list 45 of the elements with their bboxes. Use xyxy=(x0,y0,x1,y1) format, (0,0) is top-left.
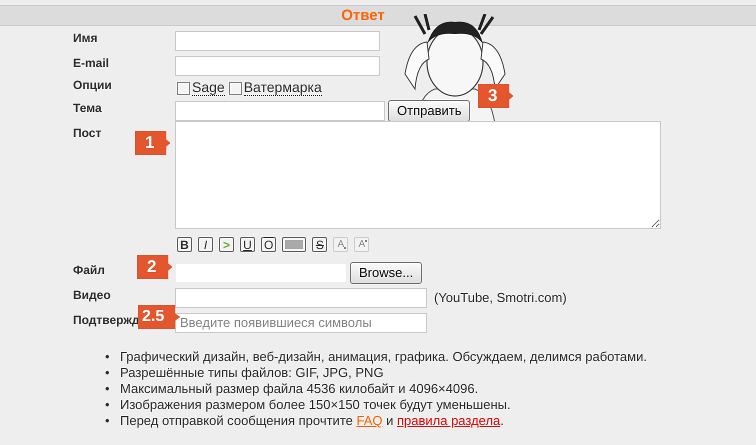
captcha-field[interactable]: Введите появившиеся символы xyxy=(175,312,427,332)
rules-link[interactable]: правила раздела xyxy=(396,413,500,429)
bullet-mark: • xyxy=(105,381,111,397)
format-button[interactable]: U xyxy=(240,237,255,252)
checkbox-label[interactable]: Sage xyxy=(192,80,225,96)
browse-button[interactable]: Browse... xyxy=(350,262,422,284)
post-textarea[interactable] xyxy=(175,121,661,229)
format-button[interactable]: I xyxy=(198,237,213,252)
checkbox[interactable] xyxy=(228,82,242,94)
field-hint: (YouTube, Smotri.com) xyxy=(434,290,567,305)
rule-text: Разрешённые типы файлов: GIF, JPG, PNG xyxy=(120,365,384,381)
field-label: Опции xyxy=(73,78,112,92)
input-field[interactable] xyxy=(175,288,427,308)
bullet-mark: • xyxy=(105,365,111,381)
input-field[interactable] xyxy=(175,100,385,120)
field-label: Файл xyxy=(73,263,105,277)
callout-badge: 3 xyxy=(478,84,514,108)
input-field[interactable] xyxy=(175,30,380,50)
bullet-mark: • xyxy=(105,397,111,413)
rule-text: Перед отправкой сообщения прочтите xyxy=(120,413,354,429)
field-label: Подтвержд xyxy=(73,313,140,327)
callout-badge: 2 xyxy=(137,255,172,279)
callout-badge: 1 xyxy=(135,131,170,155)
bullet-mark: • xyxy=(105,413,111,429)
format-button[interactable]: O xyxy=(261,237,276,252)
spoiler-button[interactable] xyxy=(282,237,306,252)
format-button[interactable]: B xyxy=(177,237,192,252)
format-button[interactable]: S xyxy=(312,237,328,252)
field-label: Тема xyxy=(73,101,102,115)
checkbox-label[interactable]: Ватермарка xyxy=(244,80,322,96)
rule-text: Графический дизайн, веб-дизайн, анимация, графика. Обсуждаем, делимся работами. xyxy=(120,349,647,365)
field-label: Видео xyxy=(73,288,111,302)
reply-title: Ответ xyxy=(341,7,385,24)
rule-text: Изображения размером более 150×150 точек будут уменьшены. xyxy=(120,397,511,413)
field-label: E-mail xyxy=(73,56,110,70)
checkbox[interactable] xyxy=(177,82,190,94)
field-label: Имя xyxy=(73,31,98,45)
rule-text: и xyxy=(385,413,394,429)
send-button[interactable]: Отправить xyxy=(388,100,470,122)
rule-text: Максимальный размер файла 4536 килобайт и 4096×4096. xyxy=(120,381,478,397)
callout-badge: 2.5 xyxy=(138,305,180,329)
rule-text: . xyxy=(500,413,504,429)
field-label: Пост xyxy=(73,126,102,140)
input-field[interactable] xyxy=(175,56,380,76)
bullet-mark: • xyxy=(105,349,111,365)
